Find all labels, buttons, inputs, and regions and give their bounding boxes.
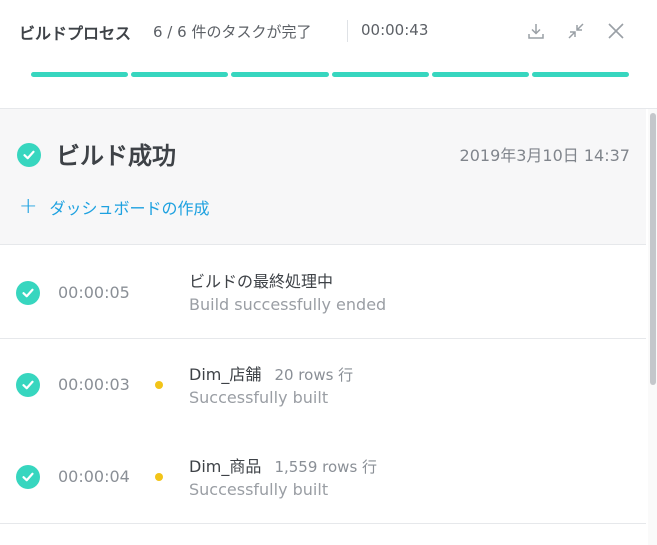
step-name: ビルドの最終処理中	[189, 268, 333, 292]
row-count: 20 rows 行	[274, 366, 354, 384]
step-row: 00:00:05 ビルドの最終処理中 Build successfully en…	[0, 246, 646, 339]
create-dashboard-link[interactable]: + ダッシュボードの作成	[19, 195, 209, 219]
step-row: 00:00:03 Dim_店舗 20 rows 行 Successfully b…	[0, 339, 646, 432]
status-dot	[155, 381, 163, 389]
status-dot	[155, 473, 163, 481]
progress-segment	[231, 72, 329, 77]
result-title: ビルド成功	[56, 142, 176, 170]
step-time: 00:00:03	[58, 375, 130, 394]
build-header: ビルドプロセス 6 / 6 件のタスクが完了 00:00:43	[0, 0, 657, 109]
step-status: Successfully built	[189, 480, 329, 499]
create-dashboard-label: ダッシュボードの作成	[49, 199, 210, 218]
step-name: Dim_商品 1,559 rows 行	[189, 453, 377, 477]
header-divider	[347, 20, 348, 42]
scrollbar-thumb[interactable]	[650, 113, 656, 385]
build-result-panel: ビルド成功 2019年3月10日 14:37 + ダッシュボードの作成	[0, 109, 646, 245]
step-name-text: ビルドの最終処理中	[189, 272, 334, 291]
close-icon	[608, 23, 624, 39]
progress-segment	[31, 72, 129, 77]
step-row: 00:00:04 Dim_商品 1,559 rows 行 Successfull…	[0, 431, 646, 524]
download-icon	[528, 24, 544, 39]
step-status: Successfully built	[189, 388, 329, 407]
step-name-text: Dim_商品	[189, 457, 262, 476]
check-circle-icon	[16, 281, 40, 305]
progress-segments	[31, 72, 630, 77]
progress-segment	[431, 72, 529, 77]
check-circle-icon	[17, 143, 41, 167]
task-progress-text: 6 / 6 件のタスクが完了	[153, 23, 312, 41]
download-button[interactable]	[525, 20, 547, 42]
elapsed-time: 00:00:43	[361, 21, 429, 39]
step-name: Dim_店舗 20 rows 行	[189, 361, 353, 385]
step-name-text: Dim_店舗	[189, 365, 262, 384]
collapse-button[interactable]	[565, 20, 587, 42]
result-date: 2019年3月10日 14:37	[459, 146, 630, 165]
close-button[interactable]	[605, 20, 627, 42]
check-circle-icon	[16, 373, 40, 397]
step-time: 00:00:05	[58, 283, 130, 302]
row-count: 1,559 rows 行	[274, 458, 378, 476]
progress-segment	[131, 72, 229, 77]
plus-icon: +	[19, 194, 38, 219]
step-status: Build successfully ended	[189, 295, 387, 314]
check-circle-icon	[16, 465, 40, 489]
panel-title: ビルドプロセス	[19, 24, 132, 43]
progress-segment	[331, 72, 429, 77]
progress-segment	[531, 72, 630, 77]
step-time: 00:00:04	[58, 467, 130, 486]
collapse-icon	[568, 23, 584, 39]
